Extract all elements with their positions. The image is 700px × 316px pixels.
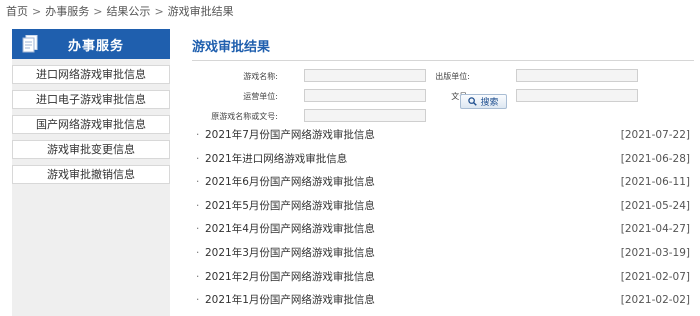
doc-no-label: 文号: — [370, 91, 470, 102]
sidebar-item-domestic-online-games[interactable]: 国产网络游戏审批信息 — [12, 115, 170, 134]
list-item[interactable]: · 2021年4月份国产网络游戏审批信息 [2021-04-27] — [192, 218, 690, 242]
list-item[interactable]: · 2021年7月份国产网络游戏审批信息 [2021-07-22] — [192, 124, 690, 148]
result-title-link[interactable]: 2021年7月份国产网络游戏审批信息 — [205, 124, 375, 146]
list-item[interactable]: · 2021年进口网络游戏审批信息 [2021-06-28] — [192, 148, 690, 172]
original-name-label: 原游戏名称或文号: — [211, 112, 278, 121]
bullet: · — [196, 294, 200, 307]
result-title-link[interactable]: 2021年2月份国产网络游戏审批信息 — [205, 266, 375, 288]
sidebar: 办事服务 进口网络游戏审批信息 进口电子游戏审批信息 国产网络游戏审批信息 游戏… — [12, 29, 170, 316]
result-title-link[interactable]: 2021年6月份国产网络游戏审批信息 — [205, 171, 375, 193]
result-title-link[interactable]: 2021年3月份国产网络游戏审批信息 — [205, 242, 375, 264]
breadcrumb-current: 游戏审批结果 — [167, 5, 234, 18]
result-title-link[interactable]: 2021年4月份国产网络游戏审批信息 — [205, 218, 375, 240]
result-date: [2021-06-28] — [620, 152, 690, 165]
sidebar-item-approval-revocations[interactable]: 游戏审批撤销信息 — [12, 165, 170, 184]
bullet: · — [196, 246, 200, 259]
bullet: · — [196, 270, 200, 283]
bullet: · — [196, 223, 200, 236]
page-title: 游戏审批结果 — [192, 36, 694, 61]
sidebar-item-imported-electronic-games[interactable]: 进口电子游戏审批信息 — [12, 90, 170, 109]
result-date: [2021-07-22] — [620, 129, 690, 141]
publisher-input[interactable] — [516, 69, 638, 82]
sidebar-title: 办事服务 — [67, 38, 124, 54]
breadcrumb-services-link[interactable]: 办事服务 — [45, 5, 89, 18]
main-content: 游戏审批结果 游戏名称: 出版单位: 运营单位: 文号: 原游戏名称或文号: 搜… — [192, 36, 694, 129]
search-button[interactable]: 搜索 — [460, 94, 507, 109]
list-item[interactable]: · 2021年1月份国产网络游戏审批信息 [2021-02-02] — [192, 289, 690, 313]
doc-no-input[interactable] — [516, 89, 638, 102]
magnifier-icon — [468, 97, 478, 106]
breadcrumb-separator: > — [93, 5, 103, 18]
sidebar-item-imported-online-games[interactable]: 进口网络游戏审批信息 — [12, 65, 170, 84]
sidebar-item-approval-changes[interactable]: 游戏审批变更信息 — [12, 140, 170, 159]
list-item[interactable]: · 2021年6月份国产网络游戏审批信息 [2021-06-11] — [192, 171, 690, 195]
breadcrumb-separator: > — [154, 5, 164, 18]
list-item[interactable]: · 2021年3月份国产网络游戏审批信息 [2021-03-19] — [192, 242, 690, 266]
result-date: [2021-02-07] — [620, 270, 690, 283]
result-title-link[interactable]: 2021年1月份国产网络游戏审批信息 — [205, 289, 375, 311]
sidebar-menu: 进口网络游戏审批信息 进口电子游戏审批信息 国产网络游戏审批信息 游戏审批变更信… — [12, 59, 170, 184]
publisher-label: 出版单位: — [435, 72, 470, 81]
list-item[interactable]: · 2021年2月份国产网络游戏审批信息 [2021-02-07] — [192, 266, 690, 290]
bullet: · — [196, 152, 200, 165]
search-form: 游戏名称: 出版单位: 运营单位: 文号: 原游戏名称或文号: — [192, 69, 694, 129]
breadcrumb-results-link[interactable]: 结果公示 — [106, 5, 150, 18]
sidebar-header: 办事服务 — [12, 29, 170, 59]
result-date: [2021-04-27] — [620, 223, 690, 236]
result-date: [2021-03-19] — [620, 246, 690, 259]
results-list: · 2021年7月份国产网络游戏审批信息 [2021-07-22] · 2021… — [192, 124, 690, 313]
breadcrumb-separator: > — [32, 5, 42, 18]
search-button-label: 搜索 — [480, 98, 499, 108]
list-item[interactable]: · 2021年5月份国产网络游戏审批信息 [2021-05-24] — [192, 195, 690, 219]
result-date: [2021-05-24] — [620, 199, 690, 212]
bullet: · — [196, 199, 200, 212]
result-title-link[interactable]: 2021年5月份国产网络游戏审批信息 — [205, 195, 375, 217]
bullet: · — [196, 176, 200, 189]
result-date: [2021-06-11] — [620, 176, 690, 189]
game-name-label: 游戏名称: — [243, 72, 278, 81]
original-name-input[interactable] — [304, 109, 426, 122]
bullet: · — [196, 129, 200, 141]
result-title-link[interactable]: 2021年进口网络游戏审批信息 — [205, 148, 347, 170]
breadcrumb: 首页 > 办事服务 > 结果公示 > 游戏审批结果 — [6, 3, 234, 19]
result-date: [2021-02-02] — [620, 294, 690, 307]
operator-label: 运营单位: — [243, 92, 278, 101]
breadcrumb-home-link[interactable]: 首页 — [6, 5, 28, 18]
